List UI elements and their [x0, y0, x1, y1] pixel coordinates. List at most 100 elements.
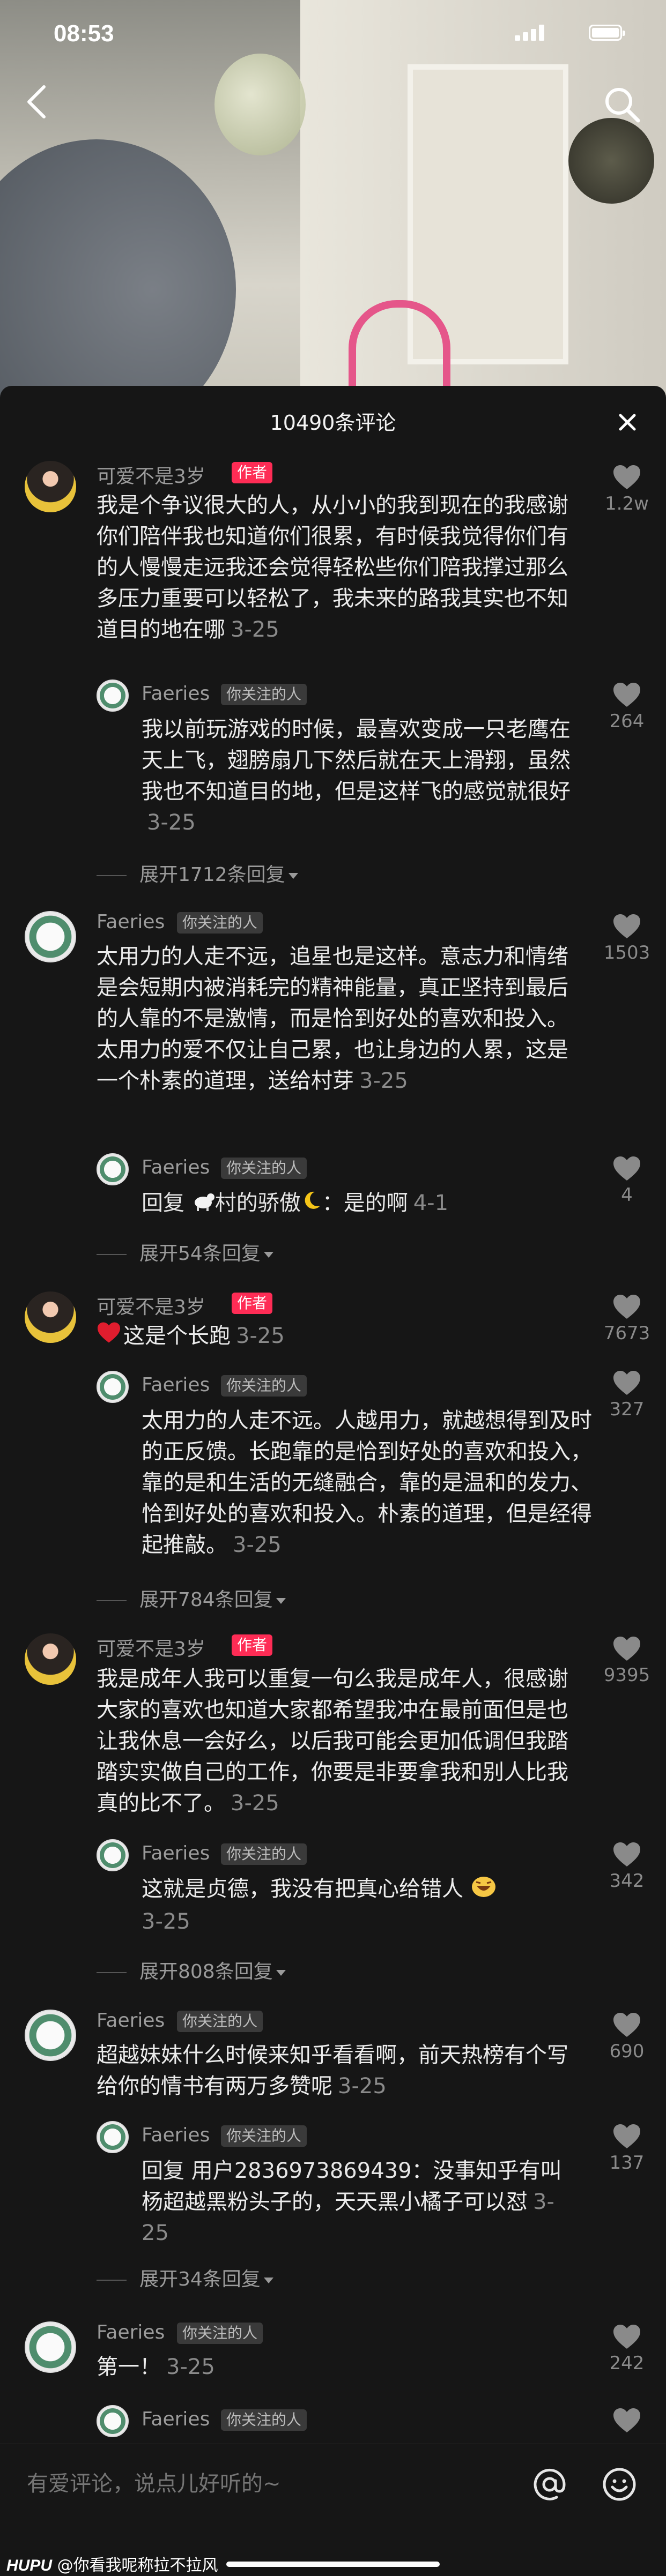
- close-icon: [619, 414, 636, 431]
- author-badge: 作者: [232, 462, 273, 483]
- comment-author[interactable]: Faeries: [142, 1842, 210, 1864]
- comment-reply[interactable]: Faeries 你关注的人: [0, 2405, 666, 2437]
- author-badge: 作者: [232, 1634, 273, 1656]
- avatar[interactable]: [25, 911, 76, 962]
- watermark-text: @你看我呢称拉不拉风: [57, 2556, 218, 2575]
- expand-replies-button[interactable]: 展开1712条回复: [97, 859, 298, 887]
- comment-author[interactable]: Faeries: [142, 2124, 210, 2146]
- home-indicator[interactable]: [226, 2562, 440, 2567]
- comment-item[interactable]: 可爱不是3岁 作者 我是成年人我可以重复一句么我是成年人，很感谢大家的喜欢也知道…: [0, 1633, 666, 1816]
- like-button[interactable]: 327: [597, 1370, 656, 1420]
- heart-emoji-icon: [97, 1321, 121, 1353]
- comment-body: 我是个争议很大的人，从小小的我到现在的我感谢你们陪伴我也知道你们很累，有时候我觉…: [97, 493, 568, 642]
- reply-to-user[interactable]: 用户2836973869439: [191, 2159, 412, 2183]
- like-button[interactable]: 7673: [597, 1294, 656, 1344]
- avatar[interactable]: [97, 1839, 129, 1871]
- avatar[interactable]: [97, 680, 129, 712]
- comment-text: 这是个长跑 3-25: [97, 1320, 584, 1353]
- following-badge: 你关注的人: [221, 2409, 307, 2431]
- comment-body: 太用力的人走不远，追星也是这样。意志力和情绪是会短期内被消耗完的精神能量，真正坚…: [97, 944, 568, 1093]
- comment-input[interactable]: [26, 2459, 510, 2508]
- expand-replies-button[interactable]: 展开784条回复: [97, 1584, 286, 1612]
- avatar[interactable]: [25, 2010, 76, 2061]
- avatar[interactable]: [25, 1633, 76, 1685]
- comment-author[interactable]: 可爱不是3岁: [97, 1291, 205, 1319]
- comment-reply[interactable]: Faeries 你关注的人 回复 用户2836973869439：没事知乎有叫杨…: [0, 2121, 666, 2245]
- comment-author[interactable]: Faeries: [97, 2010, 165, 2032]
- comment-item[interactable]: Faeries 你关注的人 太用力的人走不远，追星也是这样。意志力和情绪是会短期…: [0, 911, 666, 1093]
- heart-icon: [613, 1371, 640, 1395]
- emoji-button[interactable]: [601, 2466, 638, 2503]
- comment-body: 这就是贞德，我没有把真心给错人: [142, 1877, 463, 1901]
- like-button[interactable]: 1.2w: [597, 464, 656, 514]
- comment-item[interactable]: 可爱不是3岁 作者 这是个长跑 3-25 7673: [0, 1291, 666, 1348]
- divider-line: [97, 2280, 127, 2281]
- video-arm: [0, 139, 236, 407]
- comment-date: 3-25: [147, 810, 196, 835]
- avatar[interactable]: [25, 2321, 76, 2373]
- following-badge: 你关注的人: [221, 684, 307, 705]
- comment-text: 我是成年人我可以重复一句么我是成年人，很感谢大家的喜欢也知道大家都希望我冲在最前…: [97, 1663, 584, 1819]
- comment-author[interactable]: Faeries: [97, 2321, 165, 2343]
- like-button[interactable]: 342: [597, 1841, 656, 1892]
- like-button[interactable]: [597, 2407, 656, 2434]
- comment-author[interactable]: Faeries: [142, 1156, 210, 1178]
- expand-replies-button[interactable]: 展开34条回复: [97, 2264, 273, 2291]
- comment-text: 我是个争议很大的人，从小小的我到现在的我感谢你们陪伴我也知道你们很累，有时候我觉…: [97, 490, 584, 645]
- mention-button[interactable]: [531, 2466, 568, 2503]
- like-button[interactable]: 4: [597, 1155, 656, 1206]
- like-button[interactable]: 1503: [597, 913, 656, 964]
- following-badge: 你关注的人: [177, 912, 263, 934]
- comment-count-title: 10490条评论: [270, 411, 396, 435]
- heart-icon: [613, 1842, 640, 1866]
- comment-author[interactable]: 可爱不是3岁: [97, 1633, 205, 1661]
- like-count: 1.2w: [605, 493, 649, 514]
- comment-author[interactable]: Faeries: [142, 2408, 210, 2430]
- close-button[interactable]: [611, 406, 643, 438]
- watermark: HUPU @你看我呢称拉不拉风: [6, 2552, 218, 2575]
- following-badge: 你关注的人: [221, 2125, 307, 2147]
- heart-icon: [613, 1295, 640, 1319]
- like-button[interactable]: 9395: [597, 1636, 656, 1686]
- avatar[interactable]: [97, 1153, 129, 1185]
- comment-date: 3-25: [231, 1791, 279, 1816]
- avatar[interactable]: [97, 2121, 129, 2153]
- at-icon: [534, 2468, 566, 2500]
- like-button[interactable]: 242: [597, 2324, 656, 2374]
- comment-text: 我以前玩游戏的时候，最喜欢变成一只老鹰在天上飞，翅膀扇几下然后就在天上滑翔，虽然…: [142, 714, 571, 838]
- divider-line: [97, 1254, 127, 1255]
- like-count: 690: [609, 2041, 645, 2062]
- comment-body: 第一！: [97, 2355, 161, 2379]
- comment-item[interactable]: Faeries 你关注的人 第一！ 3-25 242: [0, 2321, 666, 2379]
- like-count: 342: [609, 1870, 645, 1892]
- like-button[interactable]: 264: [597, 682, 656, 732]
- heart-icon: [613, 914, 640, 938]
- reply-prefix: 回复: [142, 1191, 184, 1215]
- comment-text: 第一！ 3-25: [97, 2351, 584, 2383]
- search-button[interactable]: [601, 83, 643, 126]
- following-badge: 你关注的人: [221, 1375, 307, 1397]
- comment-author[interactable]: Faeries: [97, 911, 165, 933]
- comment-reply[interactable]: Faeries 你关注的人 回复 村的骄傲 ：是的啊 4-1 4: [0, 1153, 666, 1215]
- back-button[interactable]: [21, 80, 54, 123]
- comment-author[interactable]: Faeries: [142, 683, 210, 705]
- heart-icon: [613, 1156, 640, 1181]
- expand-replies-button[interactable]: 展开54条回复: [97, 1238, 273, 1266]
- avatar[interactable]: [25, 1291, 76, 1343]
- like-button[interactable]: 137: [597, 2123, 656, 2174]
- avatar[interactable]: [25, 461, 76, 512]
- video-plant: [568, 118, 654, 204]
- expand-replies-button[interactable]: 展开808条回复: [97, 1956, 286, 1984]
- comment-author[interactable]: Faeries: [142, 1374, 210, 1396]
- chevron-down-icon: [263, 1251, 273, 1258]
- like-count: 327: [609, 1399, 645, 1420]
- like-count: 137: [609, 2152, 645, 2174]
- reply-to-user[interactable]: 村的骄傲: [215, 1191, 301, 1215]
- avatar[interactable]: [97, 2405, 129, 2437]
- comment-reply[interactable]: Faeries 你关注的人 这就是贞德，我没有把真心给错人 3-25 342: [0, 1839, 666, 1934]
- avatar[interactable]: [97, 1371, 129, 1403]
- expand-label: 展开784条回复: [139, 1589, 273, 1611]
- like-button[interactable]: 690: [597, 2012, 656, 2062]
- search-icon: [605, 88, 640, 123]
- comment-author[interactable]: 可爱不是3岁: [97, 461, 205, 489]
